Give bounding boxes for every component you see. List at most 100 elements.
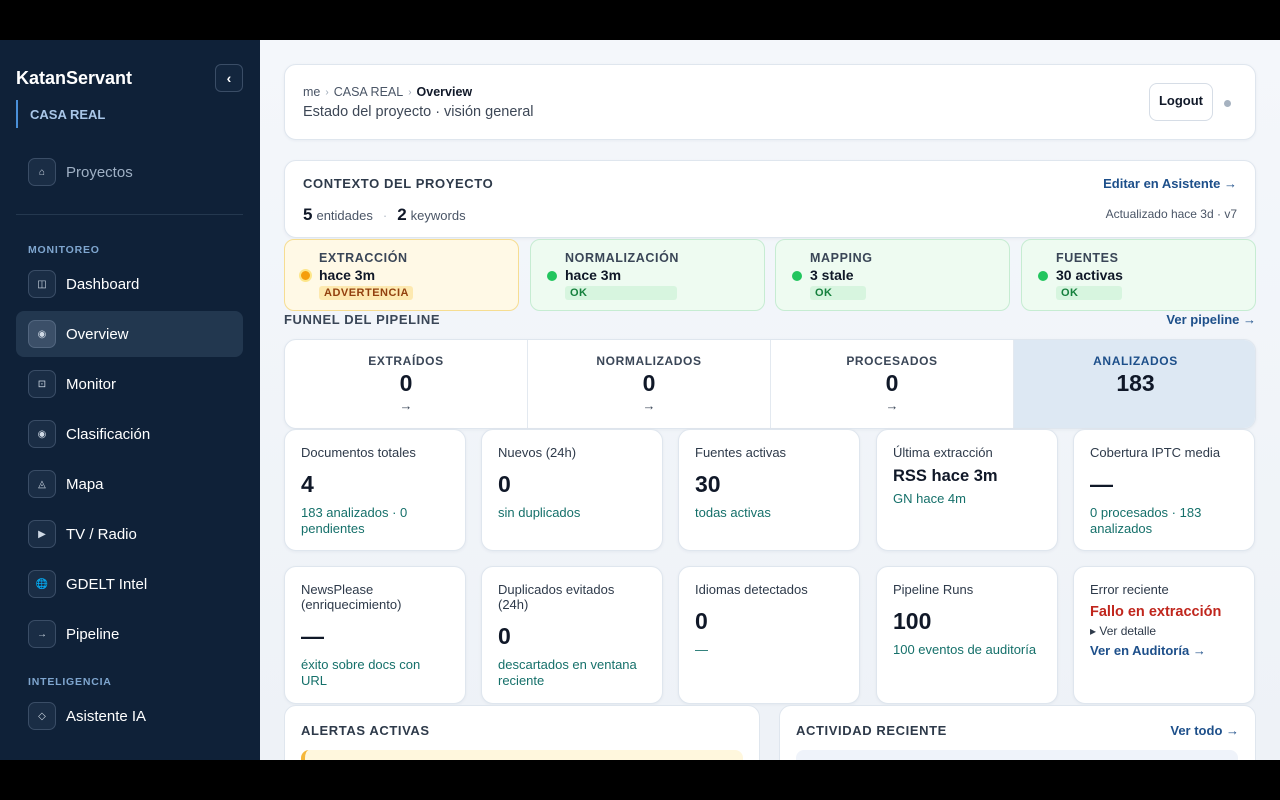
collapse-sidebar-button[interactable]: ‹ bbox=[215, 64, 243, 92]
metric-value: — bbox=[1090, 471, 1113, 497]
alert-item[interactable] bbox=[301, 750, 743, 760]
metric-value: 0 bbox=[498, 471, 511, 497]
sidebar-item-label: Overview bbox=[66, 325, 129, 343]
sidebar-item-gdelt-intel[interactable]: 🌐 GDELT Intel bbox=[16, 561, 243, 607]
metric-value: 0 bbox=[695, 608, 708, 634]
breadcrumb-item-current: Overview bbox=[416, 85, 473, 99]
metric-value: 4 bbox=[301, 471, 314, 497]
metric-label: Idiomas detectados bbox=[695, 582, 808, 597]
status-value: 3 stale bbox=[810, 267, 854, 283]
arrow-right-icon: → bbox=[885, 398, 899, 413]
view-detail-toggle[interactable]: ▸ Ver detalle bbox=[1090, 624, 1238, 638]
ok-status-dot bbox=[547, 271, 557, 281]
sidebar-item-label: Asistente IA bbox=[66, 707, 147, 725]
funnel-step-analizados[interactable]: ANALIZADOS 183 bbox=[1014, 340, 1255, 428]
funnel-step-label: EXTRAÍDOS bbox=[368, 354, 444, 368]
play-icon: ▶ bbox=[28, 520, 56, 548]
metric-duplicados-evitados: Duplicados evitados (24h) 0 descartados … bbox=[481, 566, 663, 704]
warning-status-dot bbox=[299, 269, 312, 282]
sidebar-item-label: Proyectos bbox=[66, 163, 133, 181]
page-header: me › CASA REAL › Overview Estado del pro… bbox=[284, 64, 1256, 140]
dashboard-icon: ◫ bbox=[28, 270, 56, 298]
metric-label: NewsPlease (enriquecimiento) bbox=[301, 582, 402, 612]
status-value: hace 3m bbox=[319, 267, 376, 283]
connection-status-dot bbox=[1224, 100, 1231, 107]
logout-button[interactable]: Logout bbox=[1149, 83, 1213, 121]
metric-error-reciente: Error reciente Fallo en extracción ▸ Ver… bbox=[1073, 566, 1255, 704]
status-label: NORMALIZACIÓN bbox=[565, 251, 680, 265]
metric-subtext: — bbox=[695, 642, 708, 657]
sidebar-item-label: Dashboard bbox=[66, 275, 140, 293]
funnel-step-procesados[interactable]: PROCESADOS 0 → bbox=[771, 340, 1014, 428]
main-content: me › CASA REAL › Overview Estado del pro… bbox=[260, 40, 1280, 760]
metric-nuevos-24h: Nuevos (24h) 0 sin duplicados bbox=[481, 429, 663, 551]
funnel-step-extraidos[interactable]: EXTRAÍDOS 0 → bbox=[285, 340, 528, 428]
entities-label: entidades bbox=[316, 208, 373, 223]
metric-documentos-totales: Documentos totales 4 183 analizados · 0 … bbox=[284, 429, 466, 551]
funnel-step-value: 183 bbox=[1116, 370, 1155, 396]
metric-subtext: GN hace 4m bbox=[893, 491, 966, 506]
metric-subtext: 100 eventos de auditoría bbox=[893, 642, 1037, 657]
sidebar-item-tv-radio[interactable]: ▶ TV / Radio bbox=[16, 511, 243, 557]
status-value: 30 activas bbox=[1056, 267, 1123, 283]
ok-status-dot bbox=[1038, 271, 1048, 281]
funnel-step-value: 0 bbox=[885, 370, 899, 396]
metric-subtext: todas activas bbox=[695, 505, 771, 520]
breadcrumb-separator: › bbox=[325, 86, 329, 98]
breadcrumb-item-project[interactable]: CASA REAL bbox=[334, 85, 403, 99]
metric-value: — bbox=[301, 623, 324, 649]
sidebar-item-label: Mapa bbox=[66, 475, 104, 493]
sidebar-item-mapa[interactable]: ◬ Mapa bbox=[16, 461, 243, 507]
ok-status-dot bbox=[792, 271, 802, 281]
sidebar-item-asistente-ia[interactable]: ◇ Asistente IA bbox=[16, 693, 243, 739]
status-badge: ADVERTENCIA bbox=[319, 286, 413, 300]
context-counts: 5 entidades · 2 keywords bbox=[303, 205, 466, 225]
status-card-fuentes[interactable]: FUENTES 30 activas OK bbox=[1021, 239, 1256, 311]
funnel-step-label: ANALIZADOS bbox=[1093, 354, 1178, 368]
current-project: CASA REAL bbox=[16, 100, 105, 128]
arrow-right-icon: → bbox=[28, 620, 56, 648]
recent-activity-card: ACTIVIDAD RECIENTE Ver todo → bbox=[779, 705, 1256, 760]
classification-icon: ◉ bbox=[28, 420, 56, 448]
status-value: hace 3m bbox=[565, 267, 622, 283]
metric-value: 30 bbox=[695, 471, 721, 497]
keywords-label: keywords bbox=[410, 208, 466, 223]
globe-icon: 🌐 bbox=[28, 570, 56, 598]
sidebar-item-pipeline[interactable]: → Pipeline bbox=[16, 611, 243, 657]
breadcrumb-item-user[interactable]: me bbox=[303, 85, 320, 99]
status-badge: OK bbox=[565, 286, 677, 300]
sidebar-item-proyectos[interactable]: ⌂ Proyectos bbox=[16, 149, 243, 195]
metric-label: Nuevos (24h) bbox=[498, 445, 577, 460]
project-context-card: CONTEXTO DEL PROYECTO Editar en Asistent… bbox=[284, 160, 1256, 238]
sidebar-item-label: Pipeline bbox=[66, 625, 120, 643]
funnel-step-normalizados[interactable]: NORMALIZADOS 0 → bbox=[528, 340, 771, 428]
sidebar-item-overview[interactable]: ◉ Overview bbox=[16, 311, 243, 357]
metric-subtext: descartados en ventana reciente bbox=[498, 657, 637, 688]
sidebar-item-monitor[interactable]: ⊡ Monitor bbox=[16, 361, 243, 407]
status-card-normalizacion[interactable]: NORMALIZACIÓN hace 3m OK bbox=[530, 239, 765, 311]
activity-item[interactable] bbox=[796, 750, 1238, 760]
funnel-step-label: PROCESADOS bbox=[846, 354, 938, 368]
sidebar-item-dashboard[interactable]: ◫ Dashboard bbox=[16, 261, 243, 307]
status-label: FUENTES bbox=[1056, 251, 1119, 265]
funnel-title: FUNNEL DEL PIPELINE bbox=[284, 312, 441, 327]
overview-icon: ◉ bbox=[28, 320, 56, 348]
error-message: Fallo en extracción bbox=[1090, 604, 1222, 620]
edit-in-assistant-link[interactable]: Editar en Asistente → bbox=[1103, 176, 1237, 191]
app-window: KatanServant ‹ CASA REAL ⌂ Proyectos MON… bbox=[0, 40, 1280, 760]
view-pipeline-link[interactable]: Ver pipeline → bbox=[1166, 312, 1256, 327]
view-in-audit-link[interactable]: Ver en Auditoría → bbox=[1090, 643, 1238, 658]
status-card-extraccion[interactable]: EXTRACCIÓN hace 3m ADVERTENCIA bbox=[284, 239, 519, 311]
status-card-mapping[interactable]: MAPPING 3 stale OK bbox=[775, 239, 1010, 311]
context-updated: Actualizado hace 3d · v7 bbox=[1105, 207, 1237, 221]
metric-label: Pipeline Runs bbox=[893, 582, 974, 597]
counts-separator: · bbox=[382, 208, 388, 223]
metric-ultima-extraccion: Última extracción RSS hace 3m GN hace 4m bbox=[876, 429, 1058, 551]
funnel-step-label: NORMALIZADOS bbox=[596, 354, 702, 368]
diamond-icon: ◇ bbox=[28, 702, 56, 730]
view-all-link[interactable]: Ver todo → bbox=[1170, 723, 1239, 738]
metric-subtext: sin duplicados bbox=[498, 505, 581, 520]
entities-count: 5 bbox=[303, 205, 313, 224]
sidebar-item-clasificacion[interactable]: ◉ Clasificación bbox=[16, 411, 243, 457]
metric-subtext: éxito sobre docs con URL bbox=[301, 657, 421, 688]
